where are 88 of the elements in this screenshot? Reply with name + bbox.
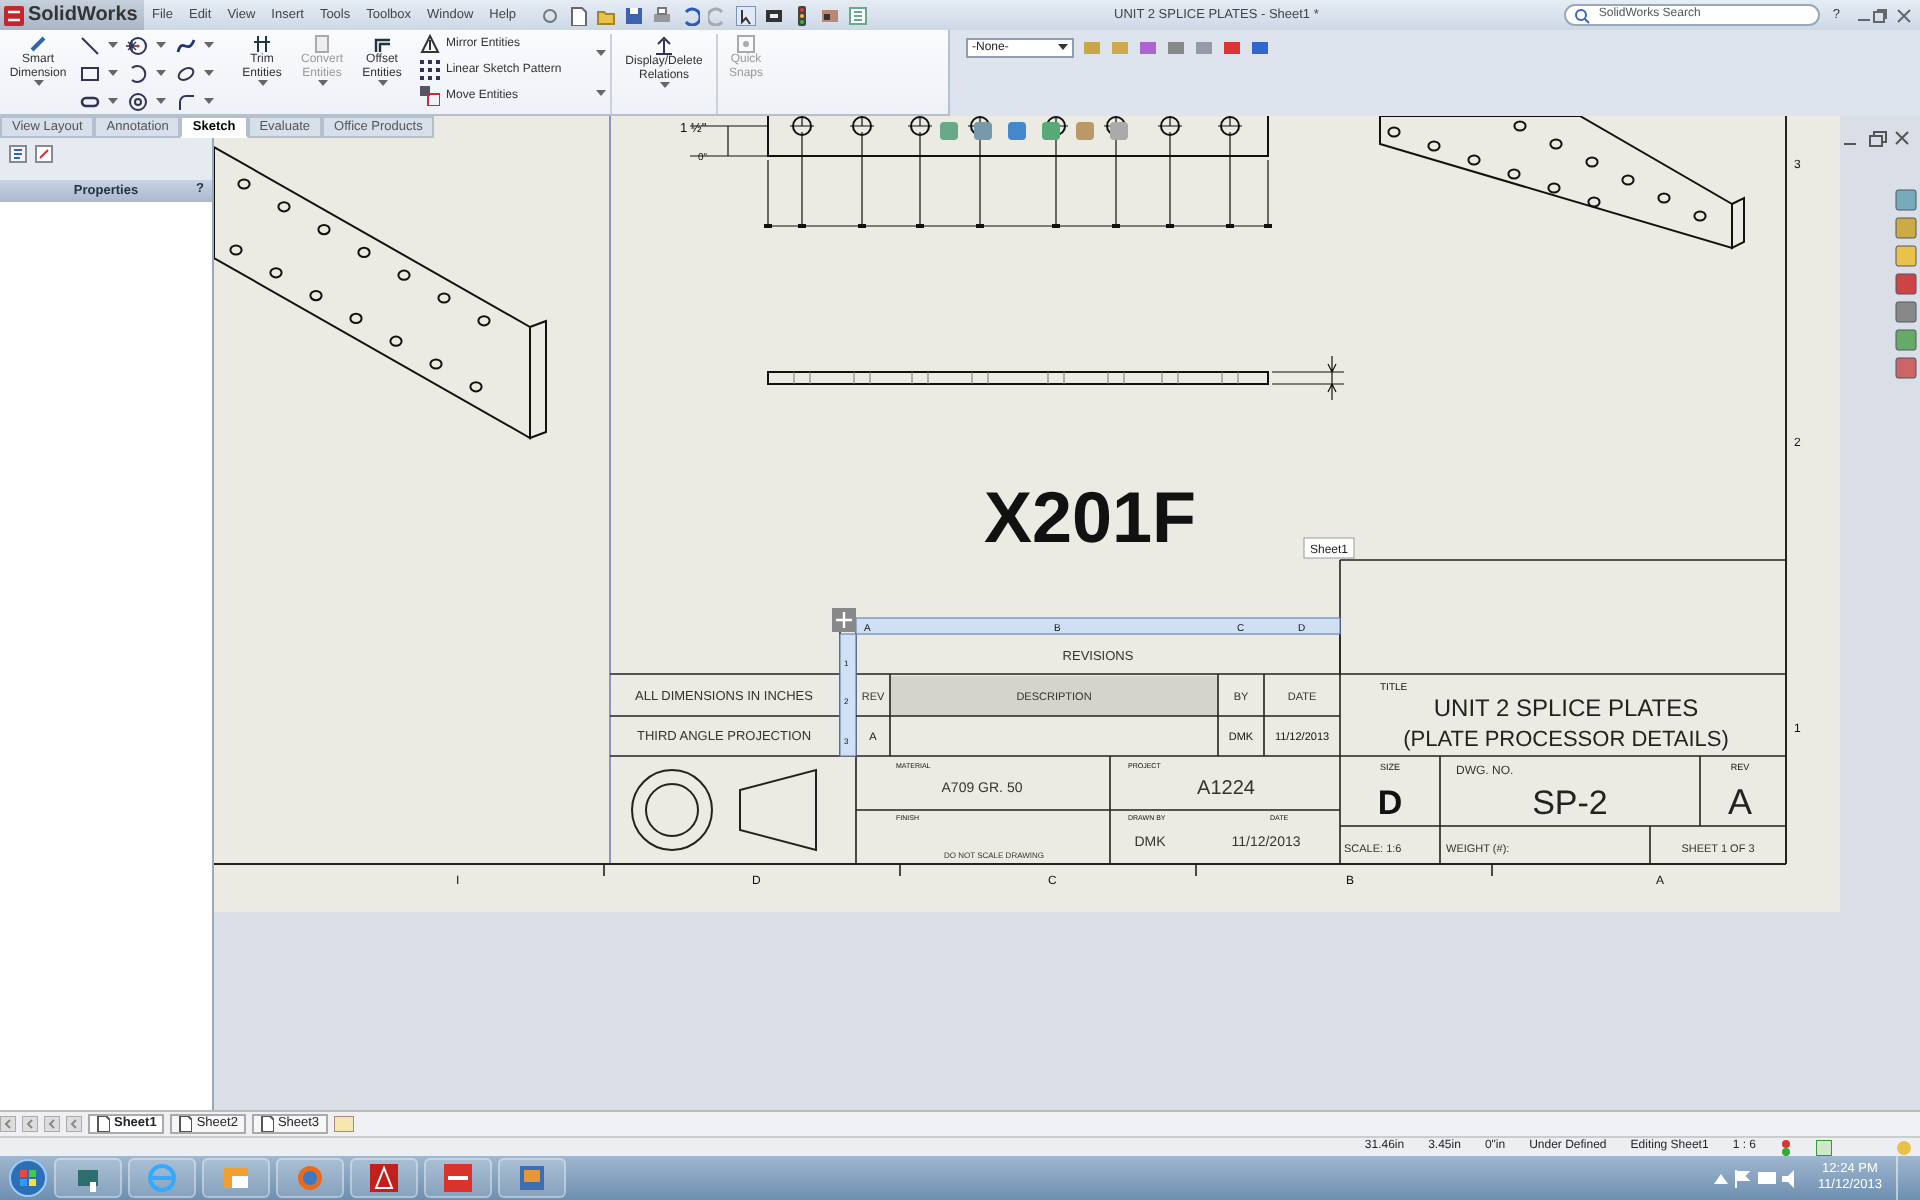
caret-icon[interactable] <box>108 70 118 78</box>
mirror-icon <box>420 34 440 54</box>
task-pane-icon[interactable] <box>1895 301 1917 323</box>
caret-icon[interactable] <box>108 42 118 50</box>
task-pane-icon[interactable] <box>1895 273 1917 295</box>
close-icon[interactable] <box>1895 131 1909 145</box>
task-pane-icon[interactable] <box>1895 217 1917 239</box>
move-handle-icon[interactable] <box>832 608 856 632</box>
circle-icon[interactable] <box>128 36 148 56</box>
nav-arrow-icon[interactable] <box>0 1116 16 1132</box>
slot-icon[interactable] <box>80 92 100 112</box>
offset-icon <box>372 34 392 54</box>
task-pane-icon[interactable] <box>1895 357 1917 379</box>
start-orb-icon[interactable] <box>8 1158 48 1198</box>
browser-icon[interactable] <box>294 1162 326 1194</box>
tree-icon[interactable] <box>8 144 28 164</box>
nav-arrow-icon[interactable] <box>66 1116 82 1132</box>
app-icon[interactable] <box>442 1162 474 1194</box>
traffic-light-icon[interactable] <box>1780 1139 1792 1155</box>
thickness-dimension-drawing <box>1271 355 1345 401</box>
snap-icon <box>736 34 756 54</box>
cursor-icon[interactable] <box>736 5 757 25</box>
move-icon <box>420 86 440 106</box>
network-icon[interactable] <box>1757 1169 1776 1187</box>
task-pane-icon[interactable] <box>1895 329 1917 351</box>
caret-icon[interactable] <box>33 80 43 89</box>
printer-icon[interactable] <box>652 5 673 25</box>
dimension-icon <box>28 34 48 54</box>
logo-icon <box>4 5 24 25</box>
search-icon <box>1574 7 1591 23</box>
ellipse-icon[interactable] <box>176 64 196 84</box>
row-header-bar <box>839 633 857 757</box>
nav-arrow-icon[interactable] <box>22 1116 38 1132</box>
sheet-icon <box>178 1116 193 1132</box>
mail-icon[interactable] <box>220 1162 252 1194</box>
save-icon[interactable] <box>624 5 645 25</box>
restore-icon[interactable] <box>1872 7 1888 23</box>
pdf-icon[interactable] <box>368 1162 400 1194</box>
trim-icon <box>252 34 272 54</box>
folder-icon[interactable] <box>596 5 617 25</box>
list-icon[interactable] <box>848 5 869 25</box>
caret-icon[interactable] <box>156 98 166 106</box>
restore-icon[interactable] <box>1869 131 1887 147</box>
circle-icon[interactable] <box>128 92 148 112</box>
point-icon <box>126 40 138 52</box>
caret-icon[interactable] <box>596 50 606 58</box>
project-value: A1224 <box>1197 778 1255 800</box>
drawing-title: UNIT 2 SPLICE PLATES <box>1433 694 1699 722</box>
caret-icon[interactable] <box>156 70 166 78</box>
revision-value: A <box>1728 782 1752 822</box>
size-value: D <box>1377 784 1403 822</box>
fillet-icon[interactable] <box>176 92 196 112</box>
window-icon[interactable] <box>516 1162 548 1194</box>
caret-icon[interactable] <box>204 98 214 106</box>
caret-icon[interactable] <box>156 42 166 50</box>
property-icon[interactable] <box>34 144 54 164</box>
app-logo: SolidWorks <box>28 2 138 30</box>
caret-icon[interactable] <box>257 80 267 89</box>
new-document-icon[interactable] <box>568 5 589 25</box>
line-icon[interactable] <box>80 36 100 56</box>
add-sheet-icon[interactable] <box>333 1116 354 1132</box>
convert-icon <box>312 34 332 54</box>
close-icon[interactable] <box>1896 7 1912 23</box>
drawing-number: SP-2 <box>1532 784 1608 822</box>
spline-icon[interactable] <box>176 36 196 56</box>
part-number: X201F <box>983 476 1197 558</box>
caret-icon[interactable] <box>596 90 606 98</box>
minimize-icon[interactable] <box>1843 143 1857 145</box>
undo-icon[interactable] <box>680 5 701 25</box>
caret-icon[interactable] <box>108 98 118 106</box>
arrow-up-icon[interactable] <box>1713 1171 1728 1185</box>
speaker-icon[interactable] <box>1781 1169 1800 1187</box>
task-pane-icon[interactable] <box>1895 189 1917 211</box>
caret-icon[interactable] <box>659 82 669 91</box>
flag-icon[interactable] <box>1733 1169 1752 1187</box>
arc-icon[interactable] <box>128 64 148 84</box>
caret-icon[interactable] <box>377 80 387 89</box>
task-pane-icon[interactable] <box>1895 245 1917 267</box>
sheet-icon <box>259 1116 274 1132</box>
nav-arrow-icon[interactable] <box>44 1116 60 1132</box>
caret-icon[interactable] <box>204 70 214 78</box>
grid-icon <box>420 60 440 80</box>
drawing-subtitle: (PLATE PROCESSOR DETAILS) <box>1403 728 1729 752</box>
sheet-icon <box>96 1116 110 1132</box>
relations-icon <box>652 34 676 56</box>
caret-icon[interactable] <box>204 42 214 50</box>
rectangle-icon[interactable] <box>80 64 100 84</box>
caret-icon <box>1058 44 1068 52</box>
